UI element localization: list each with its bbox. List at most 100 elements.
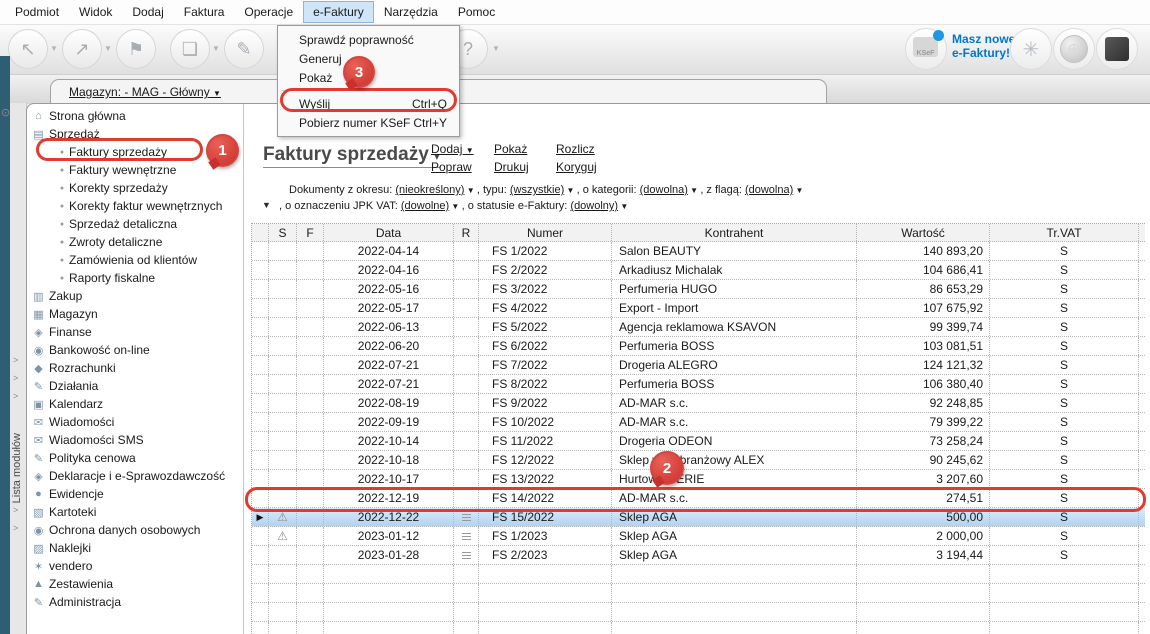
toolbar-dropdown-arrow-icon[interactable]: ▼ <box>104 44 112 53</box>
sidebar-item-wiadomo-ci[interactable]: ✉Wiadomości <box>27 413 243 431</box>
header-f[interactable]: F <box>297 224 324 241</box>
sidebar-item-vendero[interactable]: ✶vendero <box>27 557 243 575</box>
sidebar-item-kartoteki[interactable]: ▧Kartoteki <box>27 503 243 521</box>
module-chevron-icon[interactable]: > <box>13 373 18 383</box>
table-row[interactable]: 2022-06-13FS 5/2022Agencja reklamowa KSA… <box>252 318 1145 337</box>
menu-podmiot[interactable]: Podmiot <box>5 1 69 23</box>
module-list-strip[interactable]: Lista modułów >>>>>> <box>10 103 27 634</box>
sidebar-item-ewidencje[interactable]: ●Ewidencje <box>27 485 243 503</box>
filter-value-dowolna[interactable]: (dowolna) <box>640 184 688 196</box>
sidebar-item-administracja[interactable]: ✎Administracja <box>27 593 243 611</box>
ksef-button[interactable]: KSeF <box>905 28 947 70</box>
magazyn-selector[interactable]: Magazyn: - MAG - Główny ▼ <box>69 85 221 99</box>
table-empty-row[interactable] <box>252 565 1145 584</box>
table-row[interactable]: 2022-07-21FS 7/2022Drogeria ALEGRO124 12… <box>252 356 1145 375</box>
sidebar-item-sprzeda-detaliczna[interactable]: ●Sprzedaż detaliczna <box>27 215 243 233</box>
sidebar-item-zakup[interactable]: ▥Zakup <box>27 287 243 305</box>
toolbar-new-document-button[interactable]: ❏ <box>170 29 210 69</box>
menu-widok[interactable]: Widok <box>69 1 122 23</box>
toolbar-dropdown-arrow-icon[interactable]: ▼ <box>50 44 58 53</box>
new-efaktury-notification[interactable]: Masz nowe e-Faktury! <box>952 32 1015 60</box>
efaktury-menu-item-pobierz-numer-ksef[interactable]: Pobierz numer KSeFCtrl+Y <box>278 113 459 132</box>
sidebar-item-deklaracje-i-e-sprawozdawczo[interactable]: ◈Deklaracje i e-Sprawozdawczość <box>27 467 243 485</box>
header-numer[interactable]: Numer <box>479 224 612 241</box>
action-dodaj[interactable]: Dodaj ▼ <box>431 142 474 156</box>
filter-value-dowolny[interactable]: (dowolny) <box>570 200 618 212</box>
action-popraw[interactable]: Popraw <box>431 160 474 174</box>
menu-pomoc[interactable]: Pomoc <box>448 1 505 23</box>
table-row[interactable]: ⚠2023-01-12FS 1/2023Sklep AGA2 000,00S <box>252 527 1145 546</box>
filter-value-dowolne[interactable]: (dowolne) <box>401 200 449 212</box>
sidebar-item-naklejki[interactable]: ▨Naklejki <box>27 539 243 557</box>
table-row[interactable]: 2023-01-28FS 2/2023Sklep AGA3 194,44S <box>252 546 1145 565</box>
table-row[interactable]: 2022-05-17FS 4/2022Export - Import107 67… <box>252 299 1145 318</box>
table-row[interactable]: 2022-10-18FS 12/2022Sklep wielobranżowy … <box>252 451 1145 470</box>
sidebar-item-raporty-fiskalne[interactable]: ●Raporty fiskalne <box>27 269 243 287</box>
efaktury-menu-item-sprawd-poprawno[interactable]: Sprawdź poprawność <box>278 30 459 49</box>
sidebar-item-dzia-ania[interactable]: ✎Działania <box>27 377 243 395</box>
module-chevron-icon[interactable]: > <box>13 391 18 401</box>
action-rozlicz[interactable]: Rozlicz <box>556 142 597 156</box>
table-row[interactable]: 2022-06-20FS 6/2022Perfumeria BOSS103 08… <box>252 337 1145 356</box>
sidebar-item-zestawienia[interactable]: ▲Zestawienia <box>27 575 243 593</box>
table-row[interactable]: 2022-10-14FS 11/2022Drogeria ODEON73 258… <box>252 432 1145 451</box>
sidebar-item-rozrachunki[interactable]: ◆Rozrachunki <box>27 359 243 377</box>
pin-icon[interactable]: ⊙ <box>1 106 10 119</box>
sidebar-item-zam-wienia-od-klient-w[interactable]: ●Zamówienia od klientów <box>27 251 243 269</box>
menu-narz-dzia[interactable]: Narzędzia <box>374 1 448 23</box>
module-chevron-icon[interactable]: > <box>13 487 18 497</box>
sidebar-item-kalendarz[interactable]: ▣Kalendarz <box>27 395 243 413</box>
filter-collapse-icon[interactable]: ▼ <box>262 200 271 210</box>
sidebar-item-bankowo-on-line[interactable]: ◉Bankowość on-line <box>27 341 243 359</box>
menu-faktura[interactable]: Faktura <box>174 1 235 23</box>
table-empty-row[interactable] <box>252 584 1145 603</box>
action-drukuj[interactable]: Drukuj <box>494 160 529 174</box>
header-s[interactable]: S <box>269 224 297 241</box>
sidebar-item-wiadomo-ci-sms[interactable]: ✉Wiadomości SMS <box>27 431 243 449</box>
filter-value-wszystkie[interactable]: (wszystkie) <box>510 184 564 196</box>
table-row[interactable]: 2022-07-21FS 8/2022Perfumeria BOSS106 38… <box>252 375 1145 394</box>
globe-button[interactable]: ⊕ <box>1053 28 1095 70</box>
table-row[interactable]: 2022-04-14FS 1/2022Salon BEAUTY140 893,2… <box>252 242 1145 261</box>
table-row[interactable]: 2022-05-16FS 3/2022Perfumeria HUGO86 653… <box>252 280 1145 299</box>
table-row[interactable]: 2022-08-19FS 9/2022AD-MAR s.c.92 248,85S <box>252 394 1145 413</box>
toolbar-forward-arrow-button[interactable]: ↗ <box>62 29 102 69</box>
header-tr-vat[interactable]: Tr.VAT <box>990 224 1139 241</box>
sidebar-item-korekty-faktur-wewn-trznych[interactable]: ●Korekty faktur wewnętrznych <box>27 197 243 215</box>
table-row[interactable]: 2022-09-19FS 10/2022AD-MAR s.c.79 399,22… <box>252 413 1145 432</box>
gear-dots-button[interactable]: ✳ <box>1010 28 1052 70</box>
module-chevron-icon[interactable]: > <box>13 505 18 515</box>
page-title[interactable]: Faktury sprzedaży ▾ <box>263 144 440 168</box>
sidebar-item-magazyn[interactable]: ▦Magazyn <box>27 305 243 323</box>
header-kontrahent[interactable]: Kontrahent <box>612 224 857 241</box>
sidebar-item-korekty-sprzeda-y[interactable]: ●Korekty sprzedaży <box>27 179 243 197</box>
header-indicator[interactable] <box>252 224 269 241</box>
sidebar-item-finanse[interactable]: ◈Finanse <box>27 323 243 341</box>
sidebar-item-strona-g-wna[interactable]: ⌂Strona główna <box>27 107 243 125</box>
menu-dodaj[interactable]: Dodaj <box>122 1 173 23</box>
header-data[interactable]: Data <box>324 224 454 241</box>
table-row[interactable]: 2022-04-16FS 2/2022Arkadiusz Michalak104… <box>252 261 1145 280</box>
menu-e-faktury[interactable]: e-Faktury <box>303 1 374 23</box>
sidebar-item-ochrona-danych-osobowych[interactable]: ◉Ochrona danych osobowych <box>27 521 243 539</box>
sidebar-item-zwroty-detaliczne[interactable]: ●Zwroty detaliczne <box>27 233 243 251</box>
module-chevron-icon[interactable]: > <box>13 355 18 365</box>
header-warto[interactable]: Wartość <box>857 224 990 241</box>
chevron-down-icon: ▼ <box>793 186 803 195</box>
toolbar-dropdown-arrow-icon[interactable]: ▼ <box>492 44 500 53</box>
filter-value-dowolna[interactable]: (dowolna) <box>745 184 793 196</box>
action-koryguj[interactable]: Koryguj <box>556 160 597 174</box>
module-chevron-icon[interactable]: > <box>13 523 18 533</box>
action-poka[interactable]: Pokaż <box>494 142 529 156</box>
filter-value-nieokre-lony[interactable]: (nieokreślony) <box>395 184 464 196</box>
table-empty-row[interactable] <box>252 603 1145 622</box>
toolbar-flag-button[interactable]: ⚑ <box>116 29 156 69</box>
toolbar-edit-button[interactable]: ✎ <box>224 29 264 69</box>
sidebar-item-polityka-cenowa[interactable]: ✎Polityka cenowa <box>27 449 243 467</box>
toolbar-dropdown-arrow-icon[interactable]: ▼ <box>212 44 220 53</box>
menu-operacje[interactable]: Operacje <box>234 1 303 23</box>
cube-button[interactable] <box>1096 28 1138 70</box>
table-empty-row[interactable] <box>252 622 1145 634</box>
toolbar-select-arrow-button[interactable]: ↖ <box>8 29 48 69</box>
header-r[interactable]: R <box>454 224 479 241</box>
